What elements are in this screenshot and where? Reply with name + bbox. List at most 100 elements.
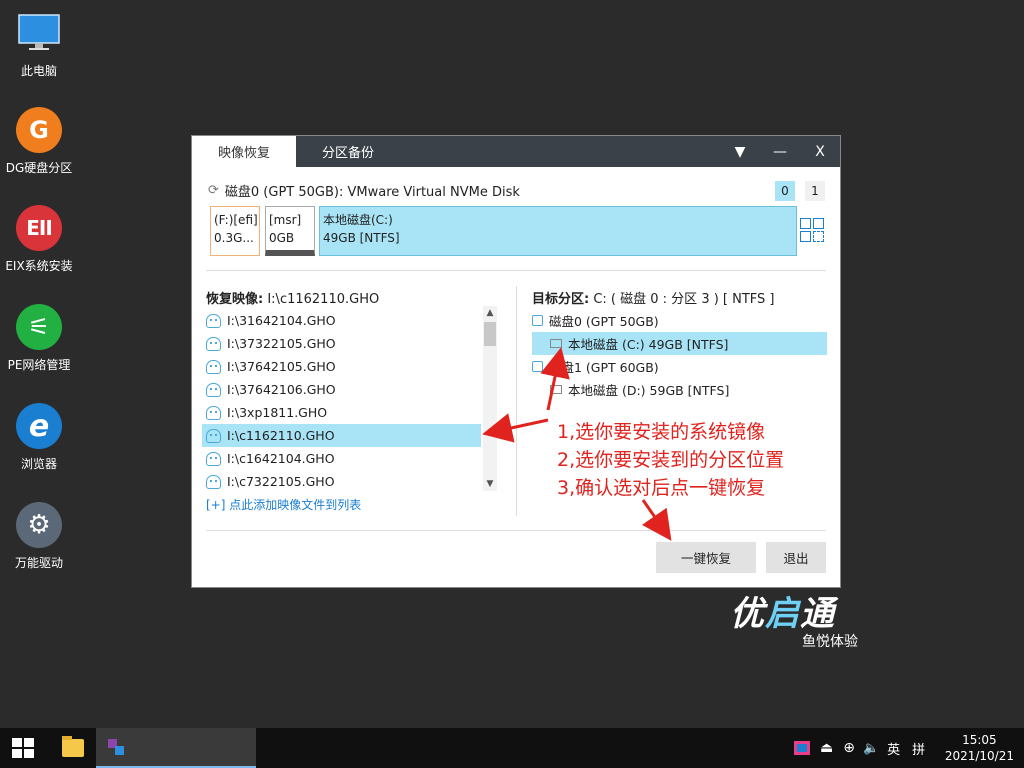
partition-name: (F:)[efi] <box>214 213 258 227</box>
image-list: I:\31642104.GHO I:\37322105.GHO I:\37642… <box>202 309 481 490</box>
image-restore-dialog: 映像恢复 分区备份 ▼ — X ⟳ 磁盘0 (GPT 50GB): VMware… <box>191 135 841 588</box>
add-image-link[interactable]: [+] 点此添加映像文件到列表 <box>206 496 361 513</box>
list-item[interactable]: I:\c7322105.GHO <box>202 470 481 490</box>
tab-image-restore[interactable]: 映像恢复 <box>192 136 297 167</box>
list-item[interactable]: I:\3xp1811.GHO <box>202 401 481 424</box>
dialog-titlebar: 映像恢复 分区备份 ▼ — X <box>192 136 840 167</box>
divider <box>206 530 826 531</box>
disk-title: 磁盘0 (GPT 50GB): VMware Virtual NVMe Disk <box>224 185 520 200</box>
desktop-icon-label: 此电脑 <box>20 64 57 78</box>
tree-disk-0[interactable]: 磁盘0 (GPT 50GB) <box>532 309 827 332</box>
restore-tool-icon <box>108 739 124 755</box>
desktop-icon-label: DG硬盘分区 <box>5 161 73 175</box>
ghost-file-icon <box>206 405 221 420</box>
disk-1-selector[interactable]: 1 <box>805 181 825 201</box>
scrollbar-thumb[interactable] <box>484 322 496 346</box>
network-manager-icon: ⚟ <box>16 304 62 350</box>
partition-msr[interactable]: [msr] 0GB <box>265 206 315 256</box>
partition-efi[interactable]: (F:)[efi] 0.3G... <box>210 206 260 256</box>
ghost-file-icon <box>206 313 221 328</box>
restore-image-value: I:\c1162110.GHO <box>267 292 380 307</box>
one-click-restore-button[interactable]: 一键恢复 <box>656 542 756 573</box>
partition-name: [msr] <box>269 213 302 227</box>
volume-muted-icon[interactable]: 🔈 <box>863 741 879 756</box>
list-item-selected[interactable]: I:\c1162110.GHO <box>202 424 481 447</box>
desktop-icon-dg-partition[interactable]: G DG硬盘分区 <box>0 107 78 176</box>
file-explorer-icon[interactable] <box>62 736 84 757</box>
instruction-line: 2,选你要安装到的分区位置 <box>557 449 785 471</box>
system-clock[interactable]: 15:05 2021/10/21 <box>945 732 1014 764</box>
target-partition-label: 目标分区: C: ( 磁盘 0 : 分区 3 ) [ NTFS ] <box>532 292 775 307</box>
desktop-icon-label: 万能驱动 <box>14 556 63 570</box>
monitor-icon <box>16 10 62 56</box>
dropdown-button[interactable]: ▼ <box>720 136 760 167</box>
brand-subtitle: 鱼悦体验 <box>802 634 858 650</box>
target-partition-value: C: ( 磁盘 0 : 分区 3 ) [ NTFS ] <box>593 292 775 307</box>
tree-partition-c[interactable]: 本地磁盘 (C:) 49GB [NTFS] <box>532 332 827 355</box>
tab-partition-backup[interactable]: 分区备份 <box>296 136 400 167</box>
list-item[interactable]: I:\37642106.GHO <box>202 378 481 401</box>
divider <box>516 286 517 516</box>
eix-installer-icon: EII <box>16 205 62 251</box>
partition-c[interactable]: 本地磁盘(C:) 49GB [NTFS] <box>319 206 797 256</box>
clock-time: 15:05 <box>962 733 997 747</box>
desktop-icon-label: 浏览器 <box>20 457 57 471</box>
desktop-icon-label: PE网络管理 <box>7 358 71 372</box>
browser-icon: e <box>16 403 62 449</box>
system-tray: ⏏ ⊕ 🔈 英 拼 <box>794 728 925 768</box>
layout-toggle-icon[interactable] <box>800 218 826 244</box>
image-list-scrollbar[interactable]: ▲ ▼ <box>483 306 497 491</box>
desktop-icon-driver[interactable]: ⚙ 万能驱动 <box>0 502 78 571</box>
list-item[interactable]: I:\37322105.GHO <box>202 332 481 355</box>
brand-watermark: 优启通 鱼悦体验 <box>730 586 858 651</box>
taskbar: ⏏ ⊕ 🔈 英 拼 15:05 2021/10/21 <box>0 728 1024 768</box>
disk-header: ⟳ 磁盘0 (GPT 50GB): VMware Virtual NVMe Di… <box>208 181 520 200</box>
partition-icon <box>550 339 562 348</box>
tree-disk-1[interactable]: 磁盘1 (GPT 60GB) <box>532 355 827 378</box>
desktop-icon-pe-network[interactable]: ⚟ PE网络管理 <box>0 304 78 373</box>
divider <box>206 270 826 271</box>
refresh-icon[interactable]: ⟳ <box>208 183 219 198</box>
restore-image-label: 恢复映像: I:\c1162110.GHO <box>206 292 380 307</box>
list-item[interactable]: I:\37642105.GHO <box>202 355 481 378</box>
desktop-icon-browser[interactable]: e 浏览器 <box>0 403 78 472</box>
chevron-down-icon[interactable]: ▼ <box>483 477 497 491</box>
tree-partition-d[interactable]: 本地磁盘 (D:) 59GB [NTFS] <box>532 378 827 401</box>
partition-name: 本地磁盘(C:) <box>323 213 393 227</box>
brand-logo: 优启通 <box>730 594 835 634</box>
windows-start-icon[interactable] <box>12 738 34 758</box>
close-button[interactable]: X <box>800 136 840 167</box>
partition-icon <box>550 385 562 394</box>
taskbar-app-restore-tool[interactable] <box>96 728 256 768</box>
ghost-file-icon <box>206 359 221 374</box>
desktop-icon-label: EIX系统安装 <box>5 259 73 273</box>
list-item[interactable]: I:\31642104.GHO <box>202 309 481 332</box>
usb-icon[interactable]: ⏏ <box>820 740 833 756</box>
clock-date: 2021/10/21 <box>944 749 1014 763</box>
chevron-up-icon[interactable]: ▲ <box>483 306 497 320</box>
disk-icon <box>532 315 543 326</box>
ghost-file-icon <box>206 451 221 466</box>
minimize-button[interactable]: — <box>760 136 800 167</box>
list-item[interactable]: I:\c1642104.GHO <box>202 447 481 470</box>
ghost-file-icon <box>206 336 221 351</box>
ghost-file-icon <box>206 474 221 489</box>
ghost-file-icon <box>206 428 221 443</box>
color-display-icon[interactable] <box>794 741 810 755</box>
instruction-line: 1,选你要安装的系统镜像 <box>557 421 766 443</box>
instruction-annotation: 1,选你要安装的系统镜像 2,选你要安装到的分区位置 3,确认选对后点一键恢复 <box>557 418 784 502</box>
partition-size: 0GB <box>269 231 295 245</box>
network-globe-icon[interactable]: ⊕ <box>843 740 855 756</box>
disk-0-selector[interactable]: 0 <box>775 181 795 201</box>
gear-icon: ⚙ <box>16 502 62 548</box>
desktop-icon-this-pc[interactable]: 此电脑 <box>0 10 78 79</box>
input-language-indicator[interactable]: 英 <box>887 739 900 758</box>
desktop-icon-eix[interactable]: EII EIX系统安装 <box>0 205 78 274</box>
ghost-file-icon <box>206 382 221 397</box>
disk-icon <box>532 361 543 372</box>
ime-indicator[interactable]: 拼 <box>912 739 925 758</box>
partition-size: 0.3G... <box>214 231 254 245</box>
dg-partition-icon: G <box>16 107 62 153</box>
partition-size: 49GB [NTFS] <box>323 231 400 245</box>
exit-button[interactable]: 退出 <box>766 542 826 573</box>
